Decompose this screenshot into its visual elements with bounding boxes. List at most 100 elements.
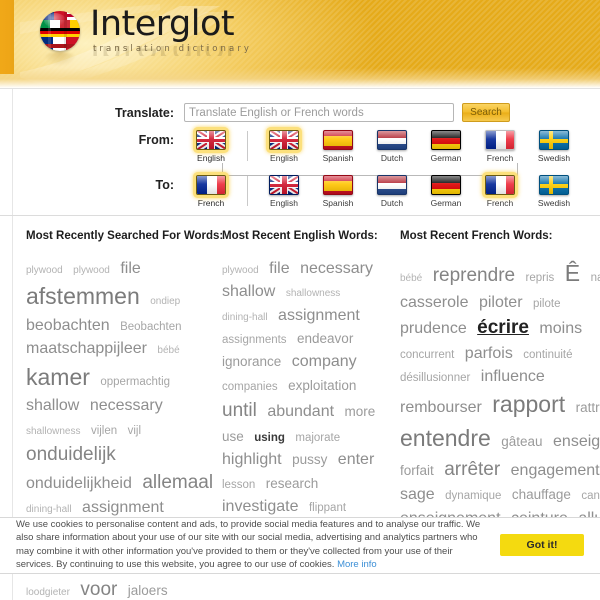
cloud-word[interactable]: reprendre bbox=[433, 265, 515, 286]
from-option-swedish[interactable]: Swedish bbox=[527, 130, 581, 163]
cloud-word[interactable]: assignment bbox=[82, 499, 164, 516]
cloud-word[interactable]: onduidelijkheid bbox=[26, 475, 132, 492]
search-input[interactable] bbox=[184, 103, 454, 122]
cloud-word[interactable]: majorate bbox=[295, 432, 340, 444]
from-option-english[interactable]: English bbox=[257, 130, 311, 163]
cloud-word[interactable]: gâteau bbox=[501, 434, 542, 449]
cloud-word[interactable]: naïveté bbox=[591, 272, 600, 284]
cloud-word[interactable]: bébé bbox=[157, 345, 179, 356]
cloud-word[interactable]: research bbox=[266, 476, 319, 491]
to-option-french[interactable]: French bbox=[473, 175, 527, 208]
cloud-word[interactable]: moins bbox=[539, 320, 582, 337]
cloud-word[interactable]: prudence bbox=[400, 320, 467, 337]
cloud-word[interactable]: shallowness bbox=[286, 288, 340, 299]
from-option-french[interactable]: French bbox=[473, 130, 527, 163]
cloud-word[interactable]: maatschappijleer bbox=[26, 340, 147, 357]
cloud-word[interactable]: lesson bbox=[222, 479, 255, 491]
cloud-word[interactable]: dining-hall bbox=[26, 504, 72, 515]
cloud-word[interactable]: cannelure bbox=[581, 490, 600, 502]
cloud-word[interactable]: enseigne bbox=[553, 433, 600, 450]
cloud-word[interactable]: exploitation bbox=[288, 378, 356, 393]
cloud-word[interactable]: assignments bbox=[222, 334, 287, 346]
left-guide-line bbox=[12, 89, 13, 215]
cloud-word[interactable]: engagement bbox=[511, 462, 600, 479]
cloud-word[interactable]: ignorance bbox=[222, 354, 281, 369]
from-selected-language[interactable]: English bbox=[184, 130, 238, 163]
cloud-word[interactable]: piloter bbox=[479, 294, 523, 311]
cloud-word[interactable]: allemaal bbox=[142, 472, 213, 493]
cloud-word[interactable]: pussy bbox=[292, 452, 327, 467]
cloud-word[interactable]: assignment bbox=[278, 307, 360, 324]
cloud-word[interactable]: concurrent bbox=[400, 349, 454, 361]
cloud-word[interactable]: flippant bbox=[309, 502, 346, 514]
cookie-accept-button[interactable]: Got it! bbox=[500, 533, 584, 556]
cloud-word[interactable]: pilote bbox=[533, 298, 561, 310]
cloud-word[interactable]: vijlen bbox=[91, 425, 117, 437]
cloud-word[interactable]: entendre bbox=[400, 425, 491, 451]
cloud-word[interactable]: endeavor bbox=[297, 331, 353, 346]
cloud-word[interactable]: afstemmen bbox=[26, 283, 140, 309]
cloud-word[interactable]: file bbox=[120, 260, 140, 277]
cloud-word[interactable]: écrire bbox=[477, 317, 529, 338]
cloud-word[interactable]: vijl bbox=[128, 425, 141, 437]
cloud-word[interactable]: onduidelijk bbox=[26, 444, 116, 465]
cloud-word[interactable]: shallowness bbox=[26, 426, 80, 437]
from-option-spanish[interactable]: Spanish bbox=[311, 130, 365, 163]
site-logo[interactable]: Interglot translation dictionary Intergl… bbox=[40, 7, 252, 66]
cloud-word[interactable]: abundant bbox=[267, 403, 334, 420]
cloud-word[interactable]: plywood bbox=[222, 265, 259, 276]
cloud-word[interactable]: sage bbox=[400, 486, 435, 503]
cloud-word[interactable]: influence bbox=[481, 368, 545, 385]
cloud-word[interactable]: jaloers bbox=[128, 583, 168, 598]
cloud-word[interactable]: forfait bbox=[400, 463, 434, 478]
to-option-dutch[interactable]: Dutch bbox=[365, 175, 419, 208]
cloud-word[interactable]: Ê bbox=[565, 260, 580, 286]
cloud-word[interactable]: arrêter bbox=[444, 459, 500, 480]
search-button[interactable]: Search bbox=[462, 103, 510, 122]
cloud-word[interactable]: ondiep bbox=[150, 296, 180, 307]
cloud-word[interactable]: highlight bbox=[222, 451, 282, 468]
from-option-german[interactable]: German bbox=[419, 130, 473, 163]
cloud-word[interactable]: parfois bbox=[465, 345, 513, 362]
cloud-word[interactable]: shallow bbox=[26, 397, 79, 414]
cloud-word[interactable]: oppermachtig bbox=[100, 376, 170, 388]
cloud-word[interactable]: chauffage bbox=[512, 487, 571, 502]
cloud-word[interactable]: necessary bbox=[90, 397, 163, 414]
to-option-german[interactable]: German bbox=[419, 175, 473, 208]
cloud-word[interactable]: company bbox=[292, 353, 357, 370]
cloud-word[interactable]: désillusionner bbox=[400, 372, 470, 384]
cloud-word[interactable]: rembourser bbox=[400, 399, 482, 416]
cloud-word[interactable]: enter bbox=[338, 451, 374, 468]
cloud-word[interactable]: dynamique bbox=[445, 490, 501, 502]
cloud-word[interactable]: plywood bbox=[73, 265, 110, 276]
cloud-word[interactable]: rapport bbox=[492, 391, 565, 417]
cloud-word[interactable]: plywood bbox=[26, 265, 63, 276]
from-option-dutch[interactable]: Dutch bbox=[365, 130, 419, 163]
to-selected-language[interactable]: French bbox=[184, 175, 238, 208]
cloud-word[interactable]: using bbox=[254, 432, 285, 444]
to-option-swedish[interactable]: Swedish bbox=[527, 175, 581, 208]
cloud-word[interactable]: necessary bbox=[300, 260, 373, 277]
cloud-word[interactable]: loodgieter bbox=[26, 587, 70, 598]
cloud-word[interactable]: until bbox=[222, 400, 257, 421]
cloud-word[interactable]: repris bbox=[526, 272, 555, 284]
cloud-word[interactable]: bébé bbox=[400, 273, 422, 284]
cookie-more-info-link[interactable]: More info bbox=[337, 559, 377, 570]
to-option-label: Dutch bbox=[380, 198, 404, 208]
cloud-word[interactable]: kamer bbox=[26, 364, 90, 390]
cloud-word[interactable]: voor bbox=[80, 579, 117, 600]
to-option-spanish[interactable]: Spanish bbox=[311, 175, 365, 208]
cloud-word[interactable]: shallow bbox=[222, 283, 275, 300]
cloud-word[interactable]: dining-hall bbox=[222, 312, 268, 323]
to-option-english[interactable]: English bbox=[257, 175, 311, 208]
cloud-word[interactable]: file bbox=[269, 260, 289, 277]
cloud-word[interactable]: more bbox=[345, 404, 376, 419]
cloud-word[interactable]: use bbox=[222, 429, 244, 444]
cloud-word[interactable]: investigate bbox=[222, 498, 299, 515]
cloud-word[interactable]: Beobachten bbox=[120, 321, 181, 333]
cloud-word[interactable]: companies bbox=[222, 381, 278, 393]
cloud-word[interactable]: continuité bbox=[523, 349, 572, 361]
cloud-word[interactable]: beobachten bbox=[26, 317, 110, 334]
cloud-word[interactable]: rattraper bbox=[576, 400, 600, 415]
cloud-word[interactable]: casserole bbox=[400, 294, 468, 311]
